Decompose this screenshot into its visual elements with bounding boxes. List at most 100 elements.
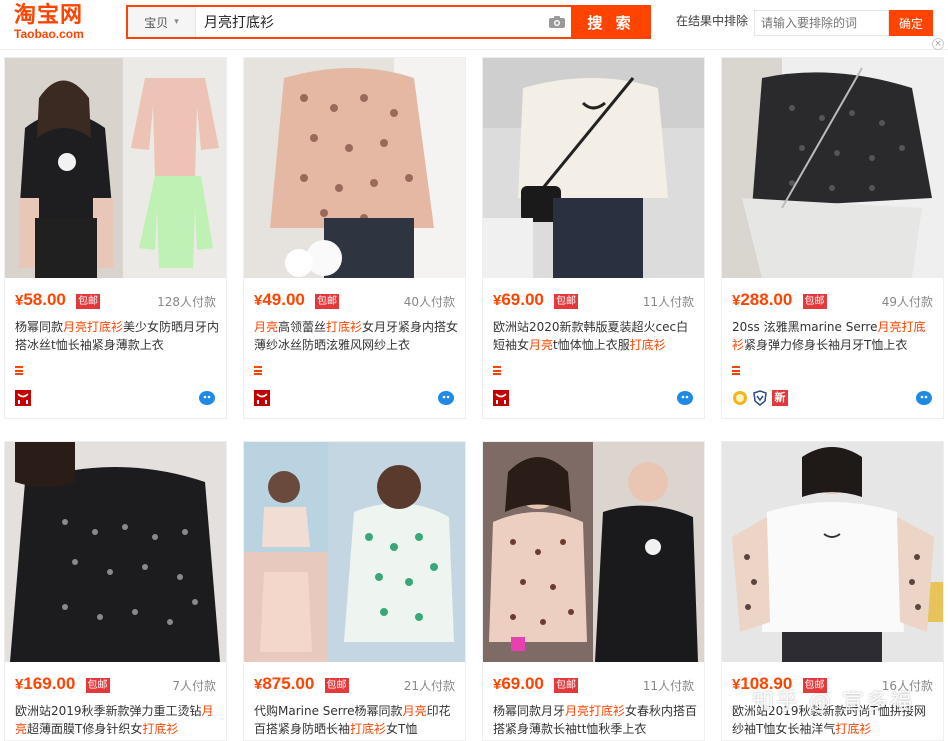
product-price: ¥288.00 [732, 290, 792, 310]
product-title[interactable]: 欧洲站2019秋季新款弹力重工烫钻月亮超薄面膜T修身针织女打底衫 [15, 702, 220, 738]
taobao-logo[interactable]: 淘宝网 Taobao.com [14, 4, 114, 44]
sales-count: 49人付款 [881, 295, 933, 309]
free-shipping-badge: 包邮 [76, 294, 100, 309]
free-shipping-badge: 包邮 [324, 678, 349, 693]
new-badge: 新 [772, 390, 788, 406]
sales-count: 21人付款 [403, 679, 455, 693]
exclude-confirm-button[interactable]: 确定 [889, 10, 933, 36]
product-card[interactable]: ¥288.00 包邮 49人付款 20ss 泫雅黑marine Serre月亮打底衫紧… [721, 57, 944, 419]
title-text: 杨幂同款月牙 [493, 704, 566, 718]
price-value: 288.00 [740, 290, 793, 309]
product-title[interactable]: 代购Marine Serre杨幂同款月亮印花百搭紧身防晒长袖打底衫女T恤 [254, 702, 459, 738]
product-card[interactable]: ¥49.00 包邮 40人付款月亮高领蕾丝打底衫女月牙紧身内搭女薄纱冰丝防晒泫雅风网… [243, 57, 466, 419]
product-card[interactable]: ¥169.00 包邮 7人付款欧洲站2019秋季新款弹力重工烫钻月亮超薄面膜T修身针… [4, 441, 227, 741]
title-text: 欧洲站2019秋季新款弹力重工烫钻 [15, 704, 202, 718]
keyword-highlight: 打底衫 [350, 722, 387, 736]
product-card[interactable]: ¥69.00 包邮 11人付款杨幂同款月牙月亮打底衫女春秋内搭百搭紧身薄款长袖tt恤… [482, 441, 705, 741]
camera-icon[interactable] [543, 7, 571, 37]
free-shipping-badge: 包邮 [554, 678, 578, 693]
search-box: 宝贝 ▾ 搜 索 [126, 5, 651, 39]
title-text: 代购Marine Serre杨幂同款 [254, 704, 403, 718]
tmall-shop-icon [254, 390, 270, 406]
gold-seller-icon [732, 390, 748, 406]
search-category-label: 宝贝 [144, 15, 169, 30]
chevron-down-icon: ▾ [174, 17, 179, 27]
price-value: 69.00 [501, 674, 544, 693]
product-image[interactable] [5, 58, 226, 278]
price-value: 875.00 [262, 674, 315, 693]
logo-subtext: Taobao.com [14, 27, 84, 41]
product-image[interactable] [483, 58, 704, 278]
keyword-highlight: 打底衫 [629, 338, 666, 352]
free-shipping-badge: 包邮 [85, 678, 110, 693]
product-title[interactable]: 20ss 泫雅黑marine Serre月亮打底衫紧身弹力修身长袖月牙T恤上衣 [732, 318, 937, 354]
keyword-highlight: 打底衫 [326, 320, 363, 334]
title-text: 女T恤 [386, 722, 418, 736]
search-category-select[interactable]: 宝贝 ▾ [128, 7, 196, 37]
free-shipping-badge: 包邮 [554, 294, 578, 309]
sales-count: 128人付款 [157, 295, 216, 309]
top-search-bar: 淘宝网 Taobao.com 宝贝 ▾ 搜 索 在结果中排除 确定 × [0, 0, 948, 50]
product-title[interactable]: 欧洲站2020新款韩版夏装超火cec白短袖女月亮t恤体恤上衣服打底衫 [493, 318, 698, 354]
price-value: 169.00 [23, 674, 76, 693]
free-shipping-badge: 包邮 [315, 294, 339, 309]
product-image[interactable] [722, 442, 943, 662]
list-icon [732, 366, 740, 375]
title-text: 紧身弹力修身长袖月牙T恤上衣 [744, 338, 908, 352]
chat-icon[interactable] [198, 390, 216, 406]
keyword-highlight: 月亮 [254, 320, 279, 334]
product-image[interactable] [722, 58, 943, 278]
sales-count: 7人付款 [172, 679, 216, 693]
list-icon [493, 366, 501, 375]
title-text: 超薄面膜T修身针织女 [27, 722, 143, 736]
tmall-shop-icon [493, 390, 509, 406]
product-card[interactable]: ¥69.00 包邮 11人付款欧洲站2020新款韩版夏装超火cec白短袖女月亮t恤体… [482, 57, 705, 419]
exclude-input[interactable] [754, 10, 889, 36]
product-image[interactable] [5, 442, 226, 662]
product-price: ¥58.00 [15, 290, 66, 310]
product-image[interactable] [483, 442, 704, 662]
chat-icon[interactable] [437, 390, 455, 406]
title-text: t恤体恤上衣服 [553, 338, 630, 352]
keyword-highlight: 月亮打底衫 [63, 320, 124, 334]
product-image[interactable] [244, 58, 465, 278]
close-icon[interactable]: × [932, 38, 944, 50]
product-price: ¥169.00 [15, 674, 75, 694]
watermark: 知乎 @ 宣多福 [752, 690, 914, 715]
sales-count: 11人付款 [642, 679, 694, 693]
keyword-highlight: 月亮 [529, 338, 554, 352]
product-price: ¥69.00 [493, 290, 544, 310]
search-input[interactable] [196, 7, 543, 37]
product-title[interactable]: 杨幂同款月牙月亮打底衫女春秋内搭百搭紧身薄款长袖tt恤秋季上衣 [493, 702, 698, 738]
exclude-label: 在结果中排除 [676, 14, 749, 28]
free-shipping-badge: 包邮 [802, 294, 827, 309]
product-title[interactable]: 杨幂同款月亮打底衫美少女防晒月牙内搭冰丝t恤长袖紧身薄款上衣 [15, 318, 220, 354]
keyword-highlight: 月亮打底衫 [565, 704, 626, 718]
sales-count: 40人付款 [403, 295, 455, 309]
product-image[interactable] [244, 442, 465, 662]
chat-icon[interactable] [676, 390, 694, 406]
product-price: ¥49.00 [254, 290, 305, 310]
product-card[interactable]: ¥875.00 包邮 21人付款代购Marine Serre杨幂同款月亮印花百搭紧身… [243, 441, 466, 741]
logo-text: 淘宝网 [14, 3, 84, 28]
price-value: 49.00 [262, 290, 305, 309]
product-card[interactable]: ¥58.00 包邮 128人付款杨幂同款月亮打底衫美少女防晒月牙内搭冰丝t恤长袖紧身… [4, 57, 227, 419]
keyword-highlight: 月亮 [402, 704, 427, 718]
brand-shield-icon [752, 390, 768, 406]
price-value: 58.00 [23, 290, 66, 309]
tmall-shop-icon [15, 390, 31, 406]
chat-icon[interactable] [915, 390, 933, 406]
product-title[interactable]: 月亮高领蕾丝打底衫女月牙紧身内搭女薄纱冰丝防晒泫雅风网纱上衣 [254, 318, 459, 354]
search-button[interactable]: 搜 索 [571, 5, 651, 39]
title-text: 杨幂同款 [15, 320, 64, 334]
price-value: 69.00 [501, 290, 544, 309]
list-icon [15, 366, 23, 375]
keyword-highlight: 打底衫 [142, 722, 179, 736]
product-price: ¥875.00 [254, 674, 314, 694]
sales-count: 11人付款 [642, 295, 694, 309]
title-text: 20ss 泫雅黑marine Serre [732, 320, 878, 334]
product-price: ¥69.00 [493, 674, 544, 694]
list-icon [254, 366, 262, 375]
title-text: 高领蕾丝 [278, 320, 327, 334]
keyword-highlight: 打底衫 [835, 722, 872, 736]
